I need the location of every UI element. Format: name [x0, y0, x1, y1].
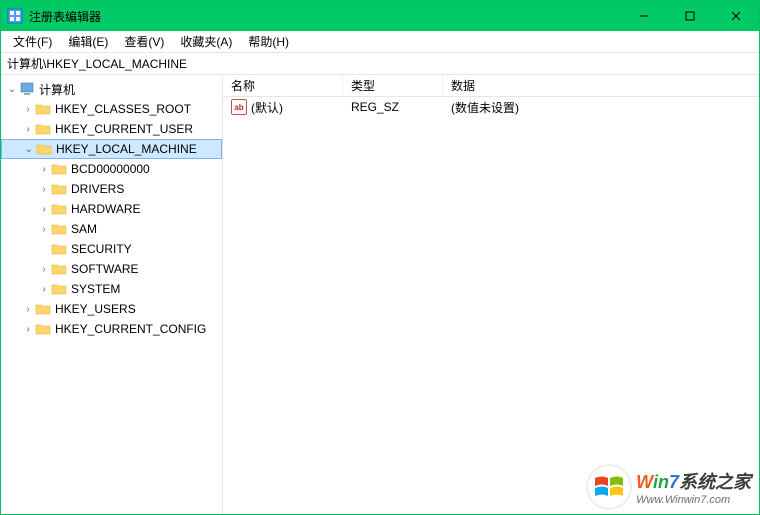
watermark-brand: Win7系统之家: [636, 468, 751, 494]
maximize-button[interactable]: [667, 1, 713, 31]
tree-item[interactable]: ⌄ HKEY_LOCAL_MACHINE: [1, 139, 222, 159]
menu-view[interactable]: 查看(V): [116, 31, 172, 52]
tree-item[interactable]: › DRIVERS: [1, 179, 222, 199]
chevron-right-icon[interactable]: ›: [37, 284, 51, 295]
chevron-right-icon[interactable]: ›: [37, 204, 51, 215]
folder-icon: [51, 281, 67, 297]
menu-help[interactable]: 帮助(H): [240, 31, 297, 52]
folder-icon: [51, 181, 67, 197]
tree-item[interactable]: SECURITY: [1, 239, 222, 259]
chevron-right-icon[interactable]: ›: [21, 324, 35, 335]
value-data: (数值未设置): [443, 99, 759, 116]
tree-item[interactable]: › SYSTEM: [1, 279, 222, 299]
folder-icon: [51, 161, 67, 177]
tree-item-label: DRIVERS: [71, 182, 124, 196]
tree-item-label: SOFTWARE: [71, 262, 139, 276]
tree-item-label: BCD00000000: [71, 162, 150, 176]
addressbar[interactable]: 计算机\HKEY_LOCAL_MACHINE: [1, 53, 759, 75]
tree-item[interactable]: ⌄ 计算机: [1, 79, 222, 99]
minimize-button[interactable]: [621, 1, 667, 31]
addressbar-path: 计算机\HKEY_LOCAL_MACHINE: [7, 55, 187, 72]
tree-item-label: SECURITY: [71, 242, 132, 256]
chevron-right-icon[interactable]: ›: [37, 164, 51, 175]
tree-item-label: HKEY_LOCAL_MACHINE: [56, 142, 197, 156]
tree-pane[interactable]: ⌄ 计算机 › HKEY_CLASSES_ROOT › HKEY_CURRENT…: [1, 75, 223, 514]
tree-item[interactable]: › HARDWARE: [1, 199, 222, 219]
close-button[interactable]: [713, 1, 759, 31]
titlebar: 注册表编辑器: [1, 1, 759, 31]
tree-item[interactable]: › HKEY_CURRENT_USER: [1, 119, 222, 139]
menu-file[interactable]: 文件(F): [5, 31, 60, 52]
folder-icon: [51, 241, 67, 257]
tree-item[interactable]: › HKEY_CLASSES_ROOT: [1, 99, 222, 119]
menubar: 文件(F) 编辑(E) 查看(V) 收藏夹(A) 帮助(H): [1, 31, 759, 53]
watermark: Win7系统之家 Www.Winwin7.com: [588, 466, 751, 508]
tree-item-label: HKEY_CURRENT_USER: [55, 122, 193, 136]
window-title: 注册表编辑器: [29, 8, 621, 25]
column-header-type[interactable]: 类型: [343, 75, 443, 96]
tree-item-label: HARDWARE: [71, 202, 141, 216]
column-header-name[interactable]: 名称: [223, 75, 343, 96]
chevron-right-icon[interactable]: ›: [37, 224, 51, 235]
folder-icon: [51, 221, 67, 237]
chevron-right-icon[interactable]: ›: [37, 264, 51, 275]
chevron-down-icon[interactable]: ⌄: [5, 84, 19, 95]
list-row[interactable]: ab(默认) REG_SZ (数值未设置): [223, 97, 759, 117]
watermark-url: Www.Winwin7.com: [636, 494, 751, 506]
tree-item-label: SAM: [71, 222, 97, 236]
app-icon: [7, 8, 23, 24]
tree-item-label: HKEY_USERS: [55, 302, 136, 316]
computer-icon: [19, 81, 35, 97]
folder-icon: [35, 321, 51, 337]
tree-item-label: SYSTEM: [71, 282, 120, 296]
tree-item-label: HKEY_CLASSES_ROOT: [55, 102, 191, 116]
tree-item[interactable]: › SAM: [1, 219, 222, 239]
menu-edit[interactable]: 编辑(E): [60, 31, 116, 52]
folder-icon: [51, 201, 67, 217]
chevron-down-icon[interactable]: ⌄: [22, 144, 36, 155]
menu-favorites[interactable]: 收藏夹(A): [172, 31, 240, 52]
chevron-right-icon[interactable]: ›: [21, 304, 35, 315]
folder-icon: [35, 121, 51, 137]
tree-item[interactable]: › HKEY_USERS: [1, 299, 222, 319]
folder-icon: [51, 261, 67, 277]
chevron-right-icon[interactable]: ›: [37, 184, 51, 195]
tree-item-label: HKEY_CURRENT_CONFIG: [55, 322, 206, 336]
tree-item[interactable]: › SOFTWARE: [1, 259, 222, 279]
folder-icon: [35, 101, 51, 117]
list-pane[interactable]: 名称 类型 数据 ab(默认) REG_SZ (数值未设置) Win7系统之家 …: [223, 75, 759, 514]
value-name: (默认): [251, 99, 283, 116]
tree-item[interactable]: › BCD00000000: [1, 159, 222, 179]
column-header-data[interactable]: 数据: [443, 75, 759, 96]
folder-icon: [36, 141, 52, 157]
windows-logo-icon: [588, 466, 630, 508]
main-area: ⌄ 计算机 › HKEY_CLASSES_ROOT › HKEY_CURRENT…: [1, 75, 759, 514]
reg-string-icon: ab: [231, 99, 247, 115]
tree-item-label: 计算机: [39, 81, 75, 98]
list-header: 名称 类型 数据: [223, 75, 759, 97]
tree-item[interactable]: › HKEY_CURRENT_CONFIG: [1, 319, 222, 339]
chevron-right-icon[interactable]: ›: [21, 124, 35, 135]
folder-icon: [35, 301, 51, 317]
chevron-right-icon[interactable]: ›: [21, 104, 35, 115]
value-type: REG_SZ: [343, 100, 443, 114]
